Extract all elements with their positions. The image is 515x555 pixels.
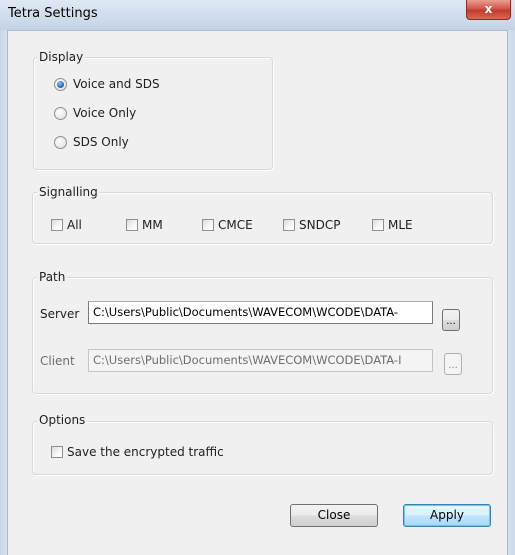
checkbox[interactable] [283,219,295,231]
client-browse-button[interactable]: ... [444,353,462,375]
checkbox-sndcp[interactable]: SNDCP [283,218,340,232]
window-title: Tetra Settings [8,6,98,21]
radio-label: Voice Only [73,106,137,120]
checkbox[interactable] [202,219,214,231]
checkbox[interactable] [51,219,63,231]
checkbox[interactable] [51,446,63,458]
ellipsis-icon: ... [448,360,458,371]
dialog-content: Display Voice and SDS Voice Only SDS Onl… [8,31,507,555]
checkbox-label: All [67,218,82,232]
client-label: Client [40,354,75,368]
signalling-group [32,192,493,244]
checkbox[interactable] [372,219,384,231]
path-group [32,277,493,394]
signalling-legend: Signalling [37,185,100,199]
radio-voice-and-sds[interactable]: Voice and SDS [54,77,160,91]
apply-button[interactable]: Apply [403,504,491,527]
checkbox-label: MM [142,218,163,232]
server-label: Server [40,307,80,321]
radio-button-checked[interactable] [54,77,67,91]
server-path-input[interactable]: C:\Users\Public\Documents\WAVECOM\WCODE\… [88,301,433,324]
checkbox-mle[interactable]: MLE [372,218,413,232]
checkbox-save-encrypted[interactable]: Save the encrypted traffic [51,445,224,459]
options-legend: Options [37,413,88,427]
radio-label: SDS Only [73,135,129,149]
display-legend: Display [37,50,86,64]
radio-label: Voice and SDS [73,77,160,91]
ellipsis-icon: ... [446,316,456,327]
server-browse-button[interactable]: ... [442,309,460,331]
window-frame-right [507,30,515,555]
checkbox-mm[interactable]: MM [126,218,163,232]
path-legend: Path [37,270,68,284]
checkbox-cmce[interactable]: CMCE [202,218,253,232]
checkbox-label: SNDCP [299,218,341,232]
checkbox-all[interactable]: All [51,218,82,232]
client-path-input[interactable]: C:\Users\Public\Documents\WAVECOM\WCODE\… [88,349,433,372]
radio-button[interactable] [54,106,67,120]
radio-sds-only[interactable]: SDS Only [54,135,129,149]
close-button[interactable]: Close [290,504,378,527]
window-frame-left [0,30,8,555]
checkbox-label: CMCE [218,218,253,232]
radio-button[interactable] [54,135,67,149]
checkbox[interactable] [126,219,138,231]
close-icon: x [484,2,493,16]
window-close-button[interactable]: x [466,0,511,20]
title-bar[interactable]: Tetra Settings x [0,0,515,31]
radio-voice-only[interactable]: Voice Only [54,106,136,120]
checkbox-label: MLE [388,218,413,232]
checkbox-label: Save the encrypted traffic [67,445,224,459]
